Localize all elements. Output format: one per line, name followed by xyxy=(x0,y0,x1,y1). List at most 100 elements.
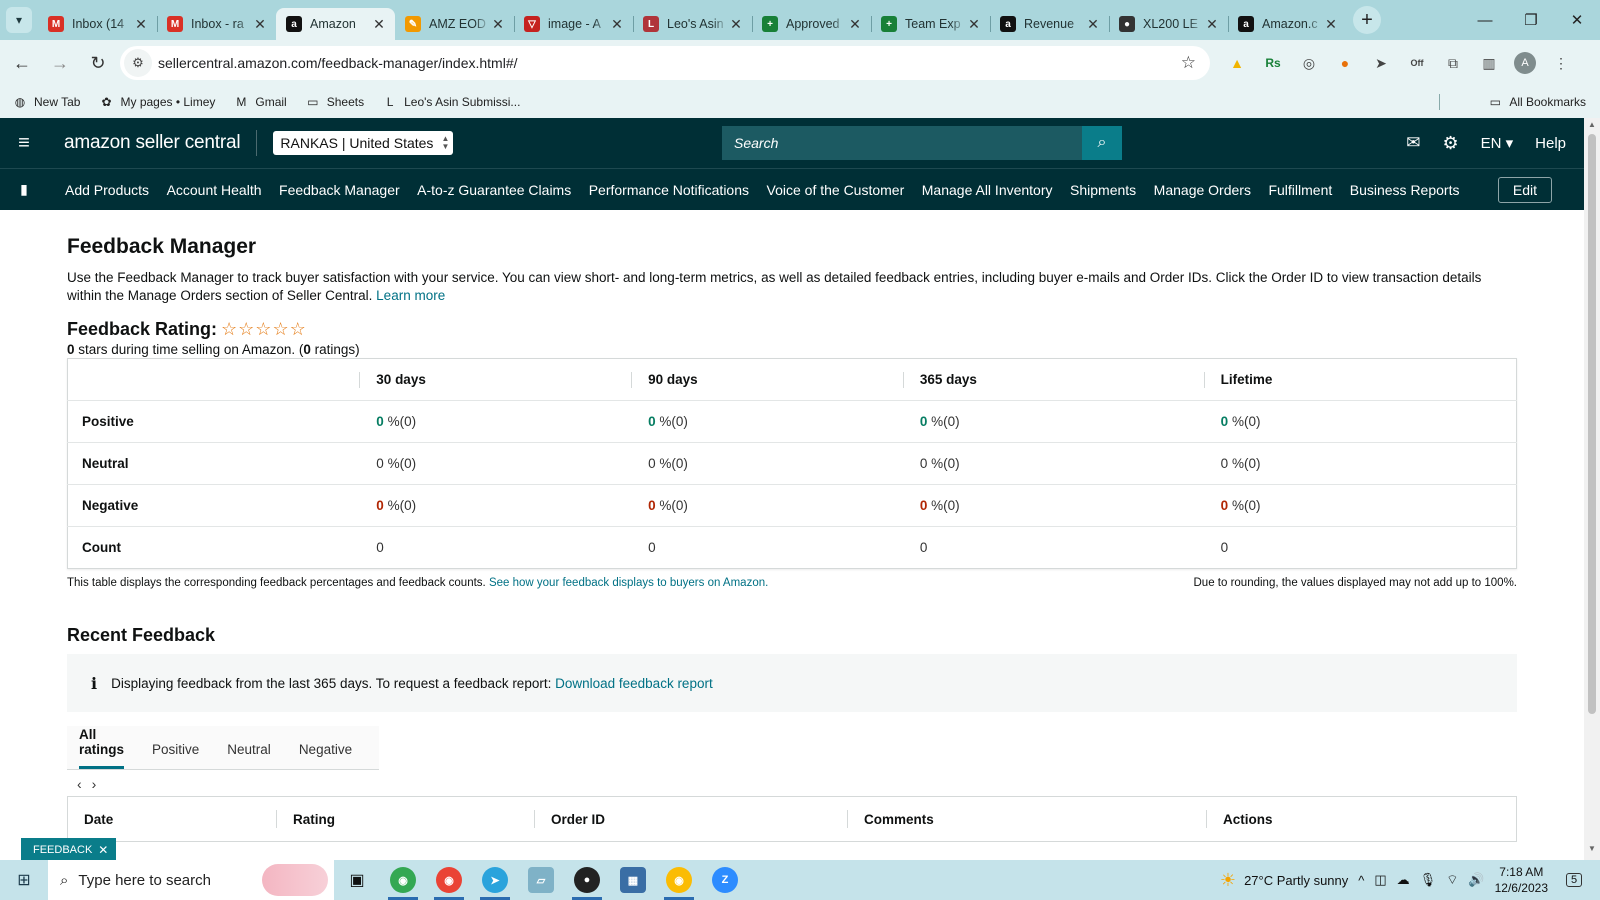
browser-tab[interactable]: L Leo's Asin ✕ xyxy=(633,8,752,40)
gear-icon[interactable]: ⚙ xyxy=(1442,133,1458,154)
search-icon[interactable]: ⌕ xyxy=(1082,126,1122,160)
chrome-taskbar-icon[interactable]: ◉ xyxy=(380,860,426,900)
nav-item[interactable]: Add Products xyxy=(65,182,149,198)
extension-off-badge[interactable]: Off xyxy=(1402,48,1432,78)
search-input[interactable]: Search xyxy=(722,126,1082,160)
zoom-taskbar-icon[interactable]: Z xyxy=(702,860,748,900)
close-tab-icon[interactable]: ✕ xyxy=(1323,16,1339,33)
chevron-left-icon[interactable]: ‹ xyxy=(77,776,92,792)
task-view-icon[interactable]: ▣ xyxy=(334,860,380,900)
nav-item[interactable]: Business Reports xyxy=(1350,182,1460,198)
onedrive-icon[interactable]: ☁ xyxy=(1397,872,1410,888)
bookmark-icon[interactable]: ▮ xyxy=(0,181,48,198)
volume-icon[interactable]: 🔊 xyxy=(1468,872,1484,888)
wifi-icon[interactable]: ⌔ xyxy=(1446,872,1458,888)
minimize-icon[interactable]: — xyxy=(1462,0,1508,40)
scroll-down-arrow[interactable]: ▼ xyxy=(1584,844,1600,858)
restore-icon[interactable]: ❐ xyxy=(1508,0,1554,40)
close-tab-icon[interactable]: ✕ xyxy=(609,16,625,33)
extension-icon[interactable]: ● xyxy=(1330,48,1360,78)
site-info-icon[interactable]: ⚙ xyxy=(124,49,152,77)
bookmark-item[interactable]: ▭ Sheets xyxy=(305,94,364,110)
page-scrollbar[interactable]: ▲ ▼ xyxy=(1584,118,1600,860)
feedback-display-link[interactable]: See how your feedback displays to buyers… xyxy=(489,577,768,589)
filter-tab[interactable]: Positive xyxy=(152,742,199,769)
close-tab-icon[interactable]: ✕ xyxy=(728,16,744,33)
nav-item[interactable]: A-to-z Guarantee Claims xyxy=(417,182,571,198)
marketplace-selector[interactable]: RANKAS | United States ▲ ▼ xyxy=(273,131,454,155)
nav-item[interactable]: Performance Notifications xyxy=(589,182,749,198)
bookmark-item[interactable]: ◍ New Tab xyxy=(12,94,81,110)
nav-item[interactable]: Voice of the Customer xyxy=(767,182,905,198)
profile-avatar[interactable]: A xyxy=(1510,48,1540,78)
close-tab-icon[interactable]: ✕ xyxy=(371,16,387,33)
close-tab-icon[interactable]: ✕ xyxy=(252,16,268,33)
tray-app-icon[interactable]: ◫ xyxy=(1374,872,1386,888)
extension-icon[interactable]: Rs xyxy=(1258,48,1288,78)
nav-item[interactable]: Fulfillment xyxy=(1268,182,1332,198)
extensions-puzzle-icon[interactable]: ⧉ xyxy=(1438,48,1468,78)
close-tab-icon[interactable]: ✕ xyxy=(490,16,506,33)
filter-tab[interactable]: Neutral xyxy=(227,742,271,769)
feedback-column-header[interactable]: Order ID xyxy=(534,810,847,828)
download-report-link[interactable]: Download feedback report xyxy=(555,676,713,691)
extension-icon[interactable]: ➤ xyxy=(1366,48,1396,78)
feedback-column-header[interactable]: Comments xyxy=(847,810,1206,828)
new-tab-button[interactable]: + xyxy=(1353,6,1381,34)
bookmark-item[interactable]: M Gmail xyxy=(233,94,286,110)
filter-tab[interactable]: All ratings xyxy=(79,727,124,769)
back-icon[interactable]: ← xyxy=(6,47,38,79)
telegram-taskbar-icon[interactable]: ➤ xyxy=(472,860,518,900)
browser-tab[interactable]: a Amazon ✕ xyxy=(276,8,395,40)
browser-tab[interactable]: ● XL200 LE ✕ xyxy=(1109,8,1228,40)
notification-icon[interactable]: 5 xyxy=(1562,868,1586,892)
app-taskbar-icon[interactable]: ● xyxy=(564,860,610,900)
bookmark-item[interactable]: L Leo's Asin Submissi... xyxy=(382,94,521,110)
feedback-column-header[interactable]: Date xyxy=(68,810,276,828)
tray-chevron-icon[interactable]: ^ xyxy=(1358,873,1364,888)
browser-tab[interactable]: a Revenue ✕ xyxy=(990,8,1109,40)
chevron-right-icon[interactable]: › xyxy=(92,776,107,792)
taskbar-search[interactable]: ⌕ Type here to search xyxy=(48,860,334,900)
url-text[interactable]: sellercentral.amazon.com/feedback-manage… xyxy=(158,55,518,71)
feedback-column-header[interactable]: Actions xyxy=(1206,810,1506,828)
filter-tab[interactable]: Negative xyxy=(299,742,352,769)
hamburger-menu-icon[interactable]: ≡ xyxy=(0,118,48,168)
address-bar[interactable]: ⚙ sellercentral.amazon.com/feedback-mana… xyxy=(120,46,1210,80)
clock[interactable]: 7:18 AM 12/6/2023 xyxy=(1495,864,1548,896)
scroll-up-arrow[interactable]: ▲ xyxy=(1584,120,1600,134)
extension-icon[interactable]: ◎ xyxy=(1294,48,1324,78)
app-taskbar-icon[interactable]: ▱ xyxy=(518,860,564,900)
close-tab-icon[interactable]: ✕ xyxy=(133,16,149,33)
close-tab-icon[interactable]: ✕ xyxy=(1204,16,1220,33)
close-icon[interactable]: ✕ xyxy=(98,843,108,857)
reload-icon[interactable]: ↻ xyxy=(82,47,114,79)
feedback-widget[interactable]: FEEDBACK ✕ xyxy=(21,838,117,860)
all-bookmarks-button[interactable]: ▭ All Bookmarks xyxy=(1487,86,1586,118)
extension-icon[interactable]: ▲ xyxy=(1222,48,1252,78)
nav-item[interactable]: Shipments xyxy=(1070,182,1136,198)
learn-more-link[interactable]: Learn more xyxy=(376,288,445,303)
side-panel-icon[interactable]: ▥ xyxy=(1474,48,1504,78)
forward-icon[interactable]: → xyxy=(44,47,76,79)
weather-widget[interactable]: ☀ 27°C Partly sunny xyxy=(1220,870,1348,891)
close-tab-icon[interactable]: ✕ xyxy=(847,16,863,33)
bookmark-item[interactable]: ✿ My pages • Limey xyxy=(98,94,215,110)
language-selector[interactable]: EN ▾ xyxy=(1481,134,1514,152)
browser-tab[interactable]: ✎ AMZ EOD ✕ xyxy=(395,8,514,40)
browser-tab[interactable]: M Inbox (14 ✕ xyxy=(38,8,157,40)
close-tab-icon[interactable]: ✕ xyxy=(966,16,982,33)
browser-tab[interactable]: ▽ image - A ✕ xyxy=(514,8,633,40)
close-window-icon[interactable]: ✕ xyxy=(1554,0,1600,40)
microphone-icon[interactable]: 🎙 xyxy=(1420,872,1437,888)
mail-icon[interactable]: ✉ xyxy=(1406,133,1420,153)
seller-central-logo[interactable]: amazon seller central xyxy=(64,132,241,154)
close-tab-icon[interactable]: ✕ xyxy=(1085,16,1101,33)
browser-tab[interactable]: + Approved ✕ xyxy=(752,8,871,40)
windows-start-icon[interactable]: ⊞ xyxy=(0,860,48,900)
chrome-profile-taskbar-icon[interactable]: ◉ xyxy=(656,860,702,900)
bookmark-star-icon[interactable]: ☆ xyxy=(1181,53,1196,73)
nav-item[interactable]: Feedback Manager xyxy=(279,182,400,198)
calculator-taskbar-icon[interactable]: ▦ xyxy=(610,860,656,900)
help-link[interactable]: Help xyxy=(1535,135,1566,152)
